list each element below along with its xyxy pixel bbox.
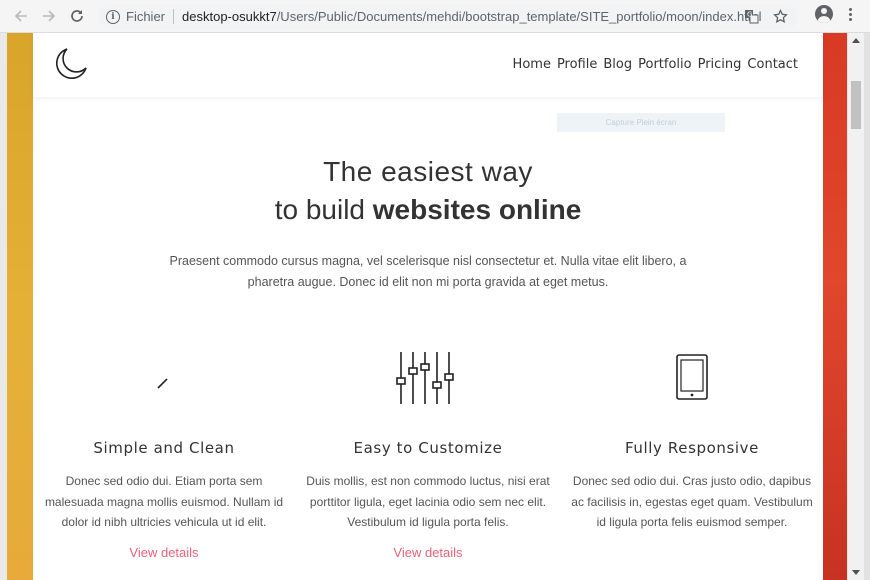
arrow-left-icon bbox=[14, 10, 27, 22]
forward-button[interactable] bbox=[36, 3, 62, 29]
sliders-icon bbox=[396, 352, 454, 404]
view-details-link[interactable]: View details bbox=[129, 545, 198, 560]
feature-title: Simple and Clean bbox=[93, 439, 235, 457]
reload-button[interactable] bbox=[64, 3, 90, 29]
nav-contact[interactable]: Contact bbox=[747, 57, 798, 72]
feature-icon-wrap bbox=[303, 343, 553, 413]
nav-home[interactable]: Home bbox=[513, 57, 551, 72]
page-scrollbar[interactable] bbox=[847, 33, 864, 580]
url-host: desktop-osukkt7 bbox=[182, 9, 277, 24]
feature-title: Fully Responsive bbox=[625, 439, 759, 457]
tablet-icon bbox=[676, 354, 708, 400]
page-viewport: Home Profile Blog Portfolio Pricing Cont… bbox=[7, 33, 847, 580]
scroll-down-arrow-icon[interactable] bbox=[852, 570, 860, 575]
url-path: /Users/Public/Documents/mehdi/bootstrap_… bbox=[276, 9, 762, 24]
capture-overlay-label: Capture Plein écran bbox=[557, 113, 725, 132]
account-icon[interactable] bbox=[815, 5, 833, 23]
info-icon[interactable]: i bbox=[106, 9, 120, 24]
address-bar[interactable]: i Fichier desktop-osukkt7/Users/Public/D… bbox=[98, 4, 798, 29]
navigation-buttons bbox=[8, 3, 90, 29]
nav-blog[interactable]: Blog bbox=[603, 57, 632, 72]
moon-icon[interactable] bbox=[53, 46, 89, 82]
back-button[interactable] bbox=[8, 3, 34, 29]
reload-icon bbox=[71, 10, 83, 22]
brush-icon bbox=[157, 378, 168, 389]
feature-text: Duis mollis, est non commodo luctus, nis… bbox=[306, 474, 550, 529]
feature-icon-wrap bbox=[567, 343, 817, 413]
nav-profile[interactable]: Profile bbox=[557, 57, 597, 72]
scroll-up-arrow-icon[interactable] bbox=[852, 38, 860, 43]
hero-title-line2: to build websites online bbox=[33, 191, 823, 229]
nav-portfolio[interactable]: Portfolio bbox=[638, 57, 691, 72]
omnibox-divider bbox=[173, 9, 175, 24]
url-text[interactable]: desktop-osukkt7/Users/Public/Documents/m… bbox=[182, 9, 762, 24]
star-icon[interactable] bbox=[773, 9, 788, 24]
feature-text: Donec sed odio dui. Cras justo odio, dap… bbox=[571, 474, 813, 529]
window-frame-right bbox=[864, 33, 870, 580]
toolbar-right bbox=[815, 5, 856, 23]
kebab-menu-icon[interactable] bbox=[845, 7, 856, 21]
browser-toolbar: i Fichier desktop-osukkt7/Users/Public/D… bbox=[0, 0, 870, 33]
translate-icon[interactable]: G bbox=[744, 9, 759, 24]
main-nav: Home Profile Blog Portfolio Pricing Cont… bbox=[513, 57, 798, 72]
hero-title-bold: websites online bbox=[372, 194, 582, 225]
feature-title: Easy to Customize bbox=[353, 439, 503, 457]
arrow-right-icon bbox=[43, 10, 56, 22]
nav-pricing[interactable]: Pricing bbox=[698, 57, 742, 72]
feature-simple-clean: Simple and Clean Donec sed odio dui. Eti… bbox=[39, 343, 289, 562]
scrollbar-thumb[interactable] bbox=[851, 81, 861, 129]
left-background-strip bbox=[7, 33, 33, 580]
right-background-strip bbox=[823, 33, 847, 580]
svg-text:G: G bbox=[747, 11, 752, 19]
site-header: Home Profile Blog Portfolio Pricing Cont… bbox=[33, 33, 823, 97]
view-details-link[interactable]: View details bbox=[393, 545, 462, 560]
page-content: Home Profile Blog Portfolio Pricing Cont… bbox=[33, 33, 823, 580]
feature-fully-responsive: Fully Responsive Donec sed odio dui. Cra… bbox=[567, 343, 817, 533]
scheme-label: Fichier bbox=[126, 9, 166, 24]
feature-icon-wrap bbox=[39, 343, 289, 413]
hero-title-prefix: to build bbox=[274, 194, 373, 225]
feature-easy-customize: Easy to Customize Duis mollis, est non c… bbox=[303, 343, 553, 562]
hero-text: Praesent commodo cursus magna, vel scele… bbox=[169, 254, 687, 289]
omnibox-actions: G bbox=[744, 4, 788, 29]
feature-text: Donec sed odio dui. Etiam porta sem male… bbox=[44, 474, 284, 529]
hero-section: The easiest way to build websites online… bbox=[33, 153, 823, 293]
hero-title-line1: The easiest way bbox=[323, 156, 533, 187]
